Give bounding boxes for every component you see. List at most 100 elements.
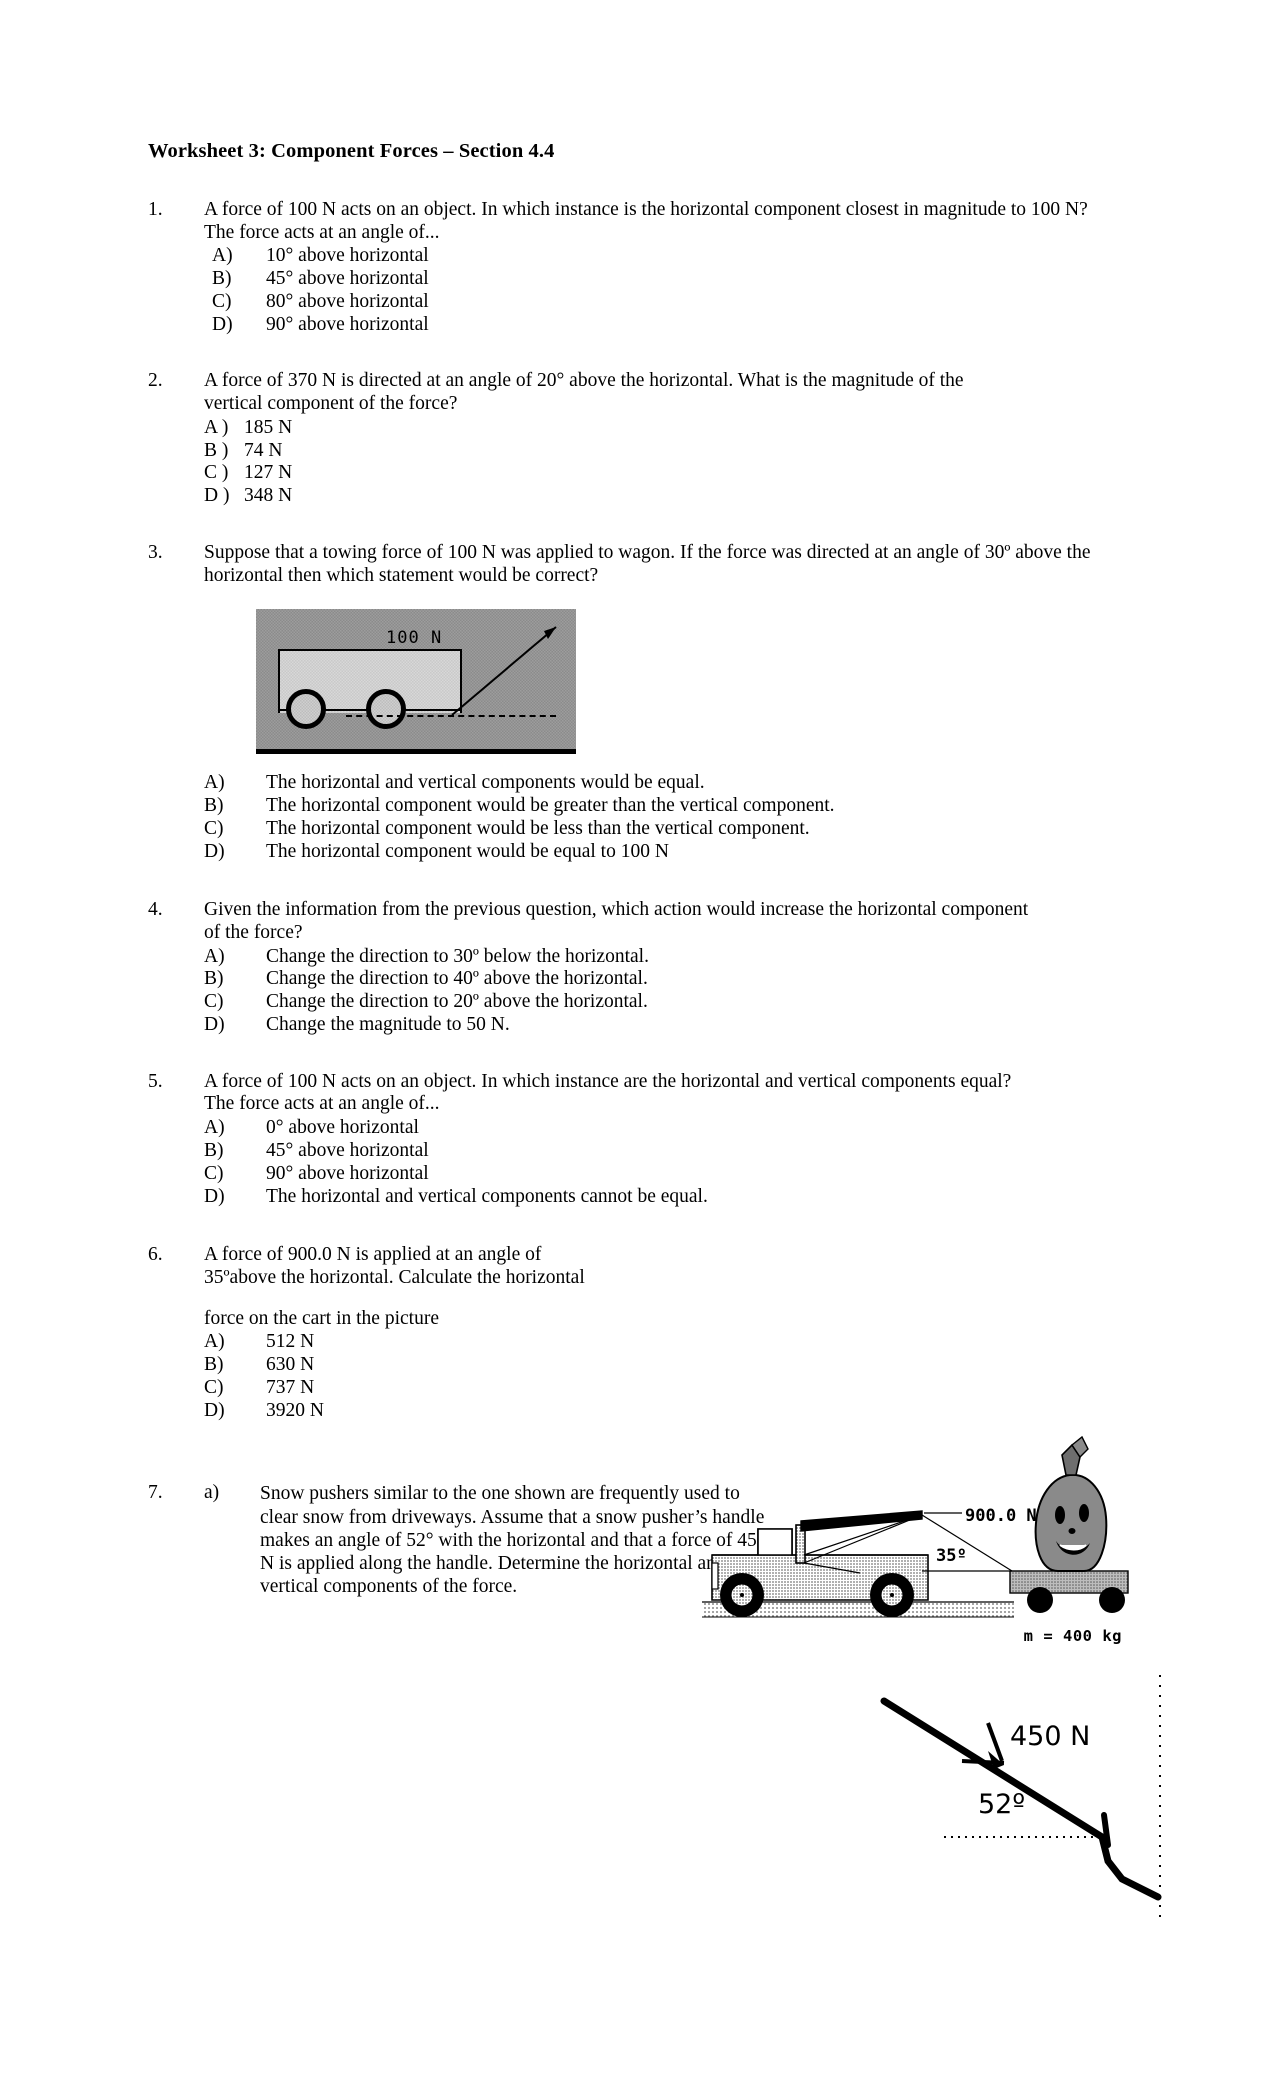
option-d[interactable]: D) Change the magnitude to 50 N.	[204, 1014, 1148, 1037]
option-label: C)	[204, 817, 224, 839]
option-value: 127 N	[244, 462, 293, 484]
force-annotation: 900.0 N	[924, 1506, 1037, 1526]
option-value: 3920 N	[266, 1399, 324, 1421]
wagon-figure: 100 N	[256, 609, 576, 755]
option-value: The horizontal component would be less t…	[266, 817, 810, 839]
option-value: 185 N	[244, 416, 293, 438]
question-1: 1. A force of 100 N acts on an object. I…	[148, 199, 1148, 336]
option-label: D)	[212, 313, 233, 335]
option-b[interactable]: B) 45° above horizontal	[204, 1140, 1148, 1163]
option-value: The horizontal component would be greate…	[266, 794, 835, 816]
option-d[interactable]: D ) 348 N	[204, 485, 1148, 508]
force-label-text: 900.0 N	[965, 1506, 1037, 1526]
worksheet-page: Worksheet 3: Component Forces – Section …	[0, 0, 1275, 2100]
wagon-force-label: 100 N	[386, 628, 443, 649]
option-value: 45° above horizontal	[266, 1139, 429, 1161]
option-label: D)	[204, 1014, 225, 1036]
answer-options: A) Change the direction to 30º below the…	[204, 946, 1148, 1037]
option-label: B)	[204, 1139, 224, 1161]
option-label: A)	[204, 945, 225, 967]
option-label: A)	[204, 772, 225, 794]
question-3: 3. Suppose that a towing force of 100 N …	[148, 542, 1148, 863]
question-number: 4.	[148, 899, 163, 921]
question-text-line-2: 35ºabove the horizontal. Calculate the h…	[204, 1266, 585, 1288]
option-value: The horizontal and vertical components c…	[266, 1185, 708, 1207]
answer-options: A) 512 N B) 630 N C) 737 N D) 3920 N	[204, 1331, 724, 1422]
question-number: 7.	[148, 1482, 163, 1504]
question-number: 1.	[148, 199, 163, 220]
option-d[interactable]: D) The horizontal and vertical component…	[204, 1186, 1148, 1209]
option-value: Change the direction to 20º above the ho…	[266, 991, 648, 1013]
answer-options: A) The horizontal and vertical component…	[204, 772, 1148, 863]
option-b[interactable]: B) The horizontal component would be gre…	[204, 795, 1148, 818]
cartoon-character	[1034, 1435, 1108, 1572]
option-label: A )	[204, 416, 229, 438]
option-a[interactable]: A) 512 N	[204, 1331, 724, 1354]
option-label: C )	[204, 462, 229, 484]
option-label: B)	[204, 794, 224, 816]
question-number: 5.	[148, 1070, 163, 1092]
option-b[interactable]: B ) 74 N	[204, 440, 1148, 463]
snow-pusher-figure: 450 N 52º	[870, 1665, 1170, 1935]
question-text: A force of 370 N is directed at an angle…	[204, 370, 964, 415]
option-label: D)	[204, 1399, 225, 1421]
option-value: 90° above horizontal	[266, 313, 429, 335]
option-b[interactable]: B) 45° above horizontal	[212, 268, 1148, 291]
option-value: 45° above horizontal	[266, 268, 429, 290]
option-b[interactable]: B) 630 N	[204, 1354, 724, 1377]
option-label: B )	[204, 439, 229, 461]
option-c[interactable]: C ) 127 N	[204, 462, 1148, 485]
option-a[interactable]: A) 0° above horizontal	[204, 1117, 1148, 1140]
question-2: 2. A force of 370 N is directed at an an…	[148, 370, 1148, 507]
option-c[interactable]: C) 737 N	[204, 1377, 724, 1400]
option-label: C)	[212, 290, 232, 312]
option-value: The horizontal component would be equal …	[266, 840, 669, 862]
option-label: D)	[204, 840, 225, 862]
question-text-line-1: A force of 900.0 N is applied at an angl…	[204, 1244, 542, 1266]
option-value: Change the direction to 30º below the ho…	[266, 945, 649, 967]
option-value: 0° above horizontal	[266, 1117, 419, 1139]
option-d[interactable]: D) 90° above horizontal	[212, 314, 1148, 337]
option-a[interactable]: A) The horizontal and vertical component…	[204, 772, 1148, 795]
option-label: B)	[204, 968, 224, 990]
option-value: 10° above horizontal	[266, 245, 429, 267]
option-a[interactable]: A) Change the direction to 30º below the…	[204, 946, 1148, 969]
question-number: 3.	[148, 541, 163, 563]
option-label: A)	[212, 245, 233, 267]
option-label: B)	[212, 268, 232, 290]
question-number: 6.	[148, 1244, 163, 1266]
option-label: A)	[204, 1117, 225, 1139]
option-label: C)	[204, 1162, 224, 1184]
question-text-line-3: force on the cart in the picture	[204, 1307, 439, 1329]
option-c[interactable]: C) The horizontal component would be les…	[204, 818, 1148, 841]
option-label: C)	[204, 991, 224, 1013]
page-title: Worksheet 3: Component Forces – Section …	[148, 140, 555, 162]
question-sub-label: a)	[204, 1482, 220, 1504]
option-d[interactable]: D) 3920 N	[204, 1400, 724, 1423]
option-value: 80° above horizontal	[266, 290, 429, 312]
option-label: C)	[204, 1376, 224, 1398]
question-text: Given the information from the previous …	[204, 899, 1029, 944]
angle-label-text: 35º	[936, 1546, 967, 1566]
option-d[interactable]: D) The horizontal component would be equ…	[204, 841, 1148, 864]
option-value: 90° above horizontal	[266, 1162, 429, 1184]
option-a[interactable]: A) 10° above horizontal	[212, 245, 1148, 268]
option-b[interactable]: B) Change the direction to 40º above the…	[204, 968, 1148, 991]
tow-truck-body	[711, 1510, 1013, 1617]
option-value: Change the direction to 40º above the ho…	[266, 968, 648, 990]
question-number: 2.	[148, 370, 163, 392]
option-value: 348 N	[244, 485, 293, 507]
option-a[interactable]: A ) 185 N	[204, 417, 1148, 440]
question-text: A force of 100 N acts on an object. In w…	[204, 1070, 1012, 1115]
question-4: 4. Given the information from the previo…	[148, 899, 1148, 1036]
option-value: 737 N	[266, 1376, 315, 1398]
question-text: Suppose that a towing force of 100 N was…	[204, 541, 1091, 586]
answer-options: A ) 185 N B ) 74 N C ) 127 N D ) 348 N	[204, 417, 1148, 508]
option-value: 512 N	[266, 1331, 315, 1353]
answer-options: A) 10° above horizontal B) 45° above hor…	[212, 245, 1148, 336]
option-c[interactable]: C) 90° above horizontal	[204, 1163, 1148, 1186]
option-label: B)	[204, 1353, 224, 1375]
option-c[interactable]: C) Change the direction to 20º above the…	[204, 991, 1148, 1014]
option-value: 74 N	[244, 439, 283, 461]
option-c[interactable]: C) 80° above horizontal	[212, 291, 1148, 314]
